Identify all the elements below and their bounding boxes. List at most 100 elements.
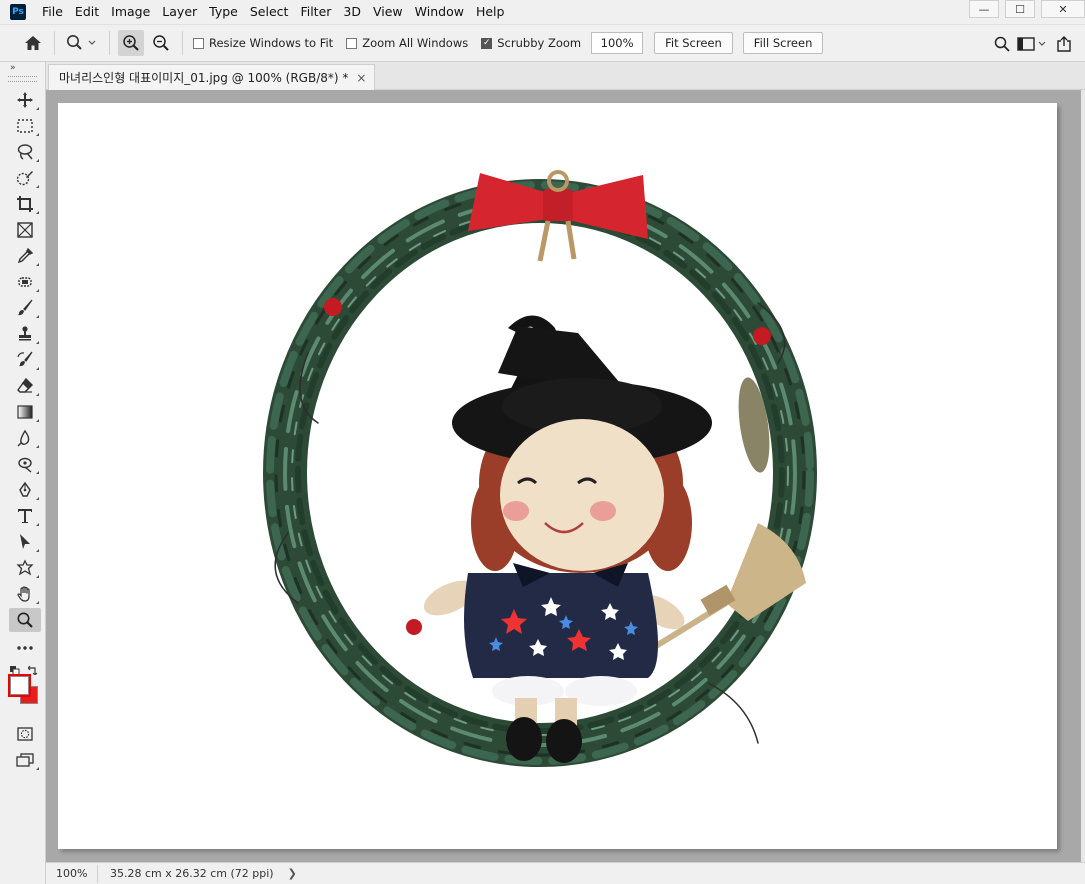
collapse-toolbar-button[interactable]: »: [0, 62, 45, 76]
rectangular-marquee-tool[interactable]: [9, 114, 41, 138]
rose: [324, 298, 342, 316]
scrubby-zoom-checkbox[interactable]: ✓: [481, 37, 493, 49]
frame-tool[interactable]: [9, 218, 41, 242]
menu-edit[interactable]: Edit: [69, 0, 105, 24]
zoom-percent-field[interactable]: 100%: [591, 32, 644, 54]
custom-shape-tool[interactable]: [9, 556, 41, 580]
status-zoom-field[interactable]: 100%: [48, 864, 98, 883]
swap-colors-icon[interactable]: [27, 664, 38, 678]
edit-toolbar-button[interactable]: [9, 636, 41, 660]
zoom-out-icon[interactable]: [148, 30, 174, 56]
clone-stamp-tool[interactable]: [9, 322, 41, 346]
hand-tool[interactable]: [9, 582, 41, 606]
menu-bar: Ps File Edit Image Layer Type Select Fil…: [0, 0, 1085, 24]
tool-flyout-indicator: [36, 133, 39, 136]
canvas-workspace[interactable]: [46, 90, 1081, 862]
tool-flyout-indicator: [36, 107, 39, 110]
separator: [109, 31, 110, 55]
document-tab[interactable]: 마녀리스인형 대표이미지_01.jpg @ 100% (RGB/8*) * ×: [48, 64, 376, 90]
resize-windows-checkbox[interactable]: [193, 37, 204, 49]
scrubby-zoom-label: Scrubby Zoom: [497, 36, 582, 50]
tool-flyout-indicator: [36, 185, 39, 188]
tool-flyout-indicator: [36, 289, 39, 292]
wreath-doll-image: [263, 170, 817, 767]
tool-flyout-indicator: [36, 601, 39, 604]
workspace-switcher-icon[interactable]: [1015, 31, 1051, 57]
zoom-all-windows-label: Zoom All Windows: [362, 36, 469, 50]
zoom-all-windows-checkbox[interactable]: [346, 37, 358, 49]
foreground-color-swatch[interactable]: [10, 676, 29, 695]
spot-healing-brush-tool[interactable]: [9, 270, 41, 294]
minimize-button[interactable]: —: [969, 0, 999, 18]
tool-flyout-indicator: [36, 471, 39, 474]
color-swatches: [4, 664, 44, 714]
object-selection-tool[interactable]: [9, 166, 41, 190]
type-tool[interactable]: [9, 504, 41, 528]
scrubby-zoom-option[interactable]: ✓ Scrubby Zoom: [481, 36, 581, 50]
search-icon[interactable]: [989, 31, 1015, 57]
close-tab-icon[interactable]: ×: [356, 71, 366, 85]
close-button[interactable]: ✕: [1041, 0, 1085, 18]
document-tab-title: 마녀리스인형 대표이미지_01.jpg @ 100% (RGB/8*) *: [59, 71, 349, 85]
blur-tool[interactable]: [9, 426, 41, 450]
brush-tool[interactable]: [9, 296, 41, 320]
tool-flyout-indicator: [36, 497, 39, 500]
move-tool[interactable]: [9, 88, 41, 112]
tool-flyout-indicator: [36, 263, 39, 266]
menu-help[interactable]: Help: [470, 0, 511, 24]
toolbar-grip[interactable]: [8, 76, 37, 82]
tool-flyout-indicator: [36, 341, 39, 344]
separator: [182, 31, 183, 55]
tool-flyout-indicator: [36, 211, 39, 214]
fit-screen-button[interactable]: Fit Screen: [654, 32, 733, 54]
rose: [406, 619, 422, 635]
maximize-button[interactable]: ☐: [1005, 0, 1035, 18]
crop-tool[interactable]: [9, 192, 41, 216]
menu-window[interactable]: Window: [409, 0, 470, 24]
menu-type[interactable]: Type: [203, 0, 244, 24]
history-brush-tool[interactable]: [9, 348, 41, 372]
menu-layer[interactable]: Layer: [156, 0, 203, 24]
tool-flyout-indicator: [36, 315, 39, 318]
document-tab-bar: 마녀리스인형 대표이미지_01.jpg @ 100% (RGB/8*) * ×: [46, 62, 1085, 90]
menu-filter[interactable]: Filter: [294, 0, 337, 24]
zoom-tool-preset-picker[interactable]: [63, 30, 101, 56]
share-icon[interactable]: [1051, 31, 1077, 57]
rose: [753, 327, 771, 345]
eyedropper-tool[interactable]: [9, 244, 41, 268]
status-menu-arrow-icon[interactable]: ❯: [288, 867, 297, 880]
separator: [54, 31, 55, 55]
pen-tool[interactable]: [9, 478, 41, 502]
menu-image[interactable]: Image: [105, 0, 156, 24]
menu-3d[interactable]: 3D: [337, 0, 367, 24]
tool-flyout-indicator: [36, 159, 39, 162]
options-right-group: [989, 31, 1077, 57]
tool-flyout-indicator: [36, 523, 39, 526]
fill-screen-button[interactable]: Fill Screen: [742, 32, 824, 54]
document-canvas[interactable]: [58, 103, 1057, 849]
path-selection-tool[interactable]: [9, 530, 41, 554]
eraser-tool[interactable]: [9, 374, 41, 398]
menu-file[interactable]: File: [36, 0, 69, 24]
home-icon[interactable]: [20, 30, 46, 56]
tool-flyout-indicator: [36, 393, 39, 396]
menu-select[interactable]: Select: [244, 0, 295, 24]
dodge-tool[interactable]: [9, 452, 41, 476]
document-dimensions: 35.28 cm x 26.32 cm (72 ppi): [110, 867, 274, 880]
quick-mask-mode-button[interactable]: [9, 722, 41, 746]
zoom-tool[interactable]: [9, 608, 41, 632]
screen-mode-button[interactable]: [9, 748, 41, 772]
gradient-tool[interactable]: [9, 400, 41, 424]
menu-view[interactable]: View: [367, 0, 409, 24]
tool-flyout-indicator: [36, 549, 39, 552]
resize-windows-option[interactable]: Resize Windows to Fit: [193, 36, 333, 50]
tools-panel: »: [0, 62, 46, 884]
lasso-tool[interactable]: [9, 140, 41, 164]
zoom-in-icon[interactable]: [118, 30, 144, 56]
zoom-all-windows-option[interactable]: Zoom All Windows: [346, 36, 468, 50]
tool-flyout-indicator: [36, 419, 39, 422]
resize-windows-label: Resize Windows to Fit: [209, 36, 334, 50]
vertical-scrollbar[interactable]: [1081, 90, 1085, 862]
tool-flyout-indicator: [36, 767, 39, 770]
status-bar: 100% 35.28 cm x 26.32 cm (72 ppi) ❯: [46, 862, 1085, 884]
